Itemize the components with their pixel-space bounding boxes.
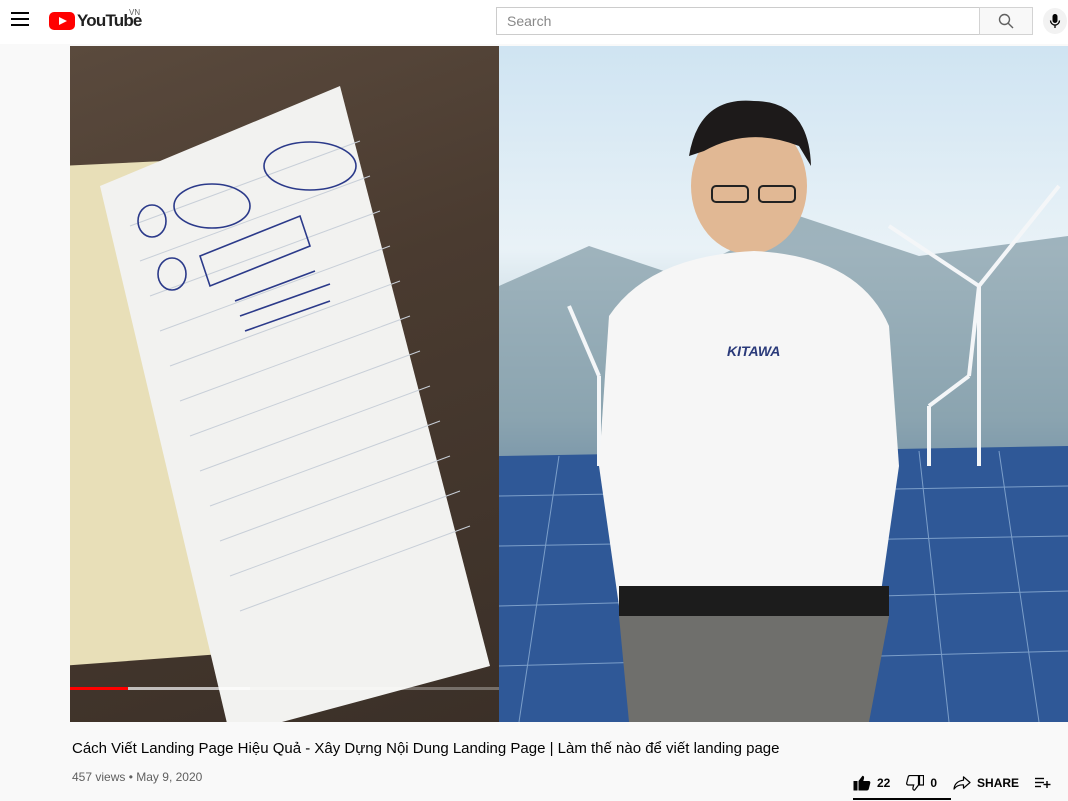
share-button[interactable]: SHARE bbox=[953, 776, 1019, 790]
youtube-logo[interactable]: YouTube bbox=[49, 10, 142, 32]
youtube-logo-icon bbox=[49, 12, 75, 30]
video-frame-left bbox=[70, 46, 499, 722]
like-dislike-ratio-bar bbox=[853, 798, 951, 800]
progress-played bbox=[70, 687, 128, 690]
mic-icon bbox=[1049, 14, 1061, 28]
dislike-button[interactable]: 0 bbox=[906, 775, 937, 791]
voice-search-button[interactable] bbox=[1043, 8, 1067, 34]
thumb-down-icon bbox=[906, 775, 925, 791]
video-meta: 457 views • May 9, 2020 bbox=[72, 770, 202, 784]
like-count: 22 bbox=[877, 776, 891, 790]
video-title: Cách Viết Landing Page Hiệu Quả - Xây Dự… bbox=[72, 740, 780, 757]
video-player[interactable]: KITAWA bbox=[70, 46, 1068, 722]
search-icon bbox=[998, 13, 1014, 29]
view-count: 457 views bbox=[72, 770, 126, 784]
svg-text:KITAWA: KITAWA bbox=[727, 343, 780, 359]
menu-icon[interactable] bbox=[11, 12, 29, 28]
dislike-count: 0 bbox=[930, 776, 938, 790]
notebook-image bbox=[70, 86, 490, 722]
thumb-up-icon bbox=[853, 775, 871, 791]
search-button[interactable] bbox=[979, 7, 1033, 35]
search-input[interactable] bbox=[497, 8, 980, 34]
share-label: SHARE bbox=[977, 776, 1020, 790]
masthead: YouTube VN bbox=[0, 0, 1068, 44]
video-frame-right: KITAWA bbox=[498, 46, 1068, 722]
search-box bbox=[496, 7, 980, 35]
upload-date: May 9, 2020 bbox=[136, 770, 203, 784]
save-playlist-icon bbox=[1035, 777, 1051, 788]
meta-separator: • bbox=[128, 770, 133, 784]
share-icon bbox=[953, 776, 971, 790]
save-button[interactable] bbox=[1035, 777, 1057, 789]
video-actions: 22 0 SHARE bbox=[853, 766, 1057, 800]
like-button[interactable]: 22 bbox=[853, 775, 890, 791]
region-label: VN bbox=[129, 8, 141, 17]
presenter-image: KITAWA bbox=[498, 100, 1068, 722]
progress-bar[interactable] bbox=[70, 687, 499, 690]
